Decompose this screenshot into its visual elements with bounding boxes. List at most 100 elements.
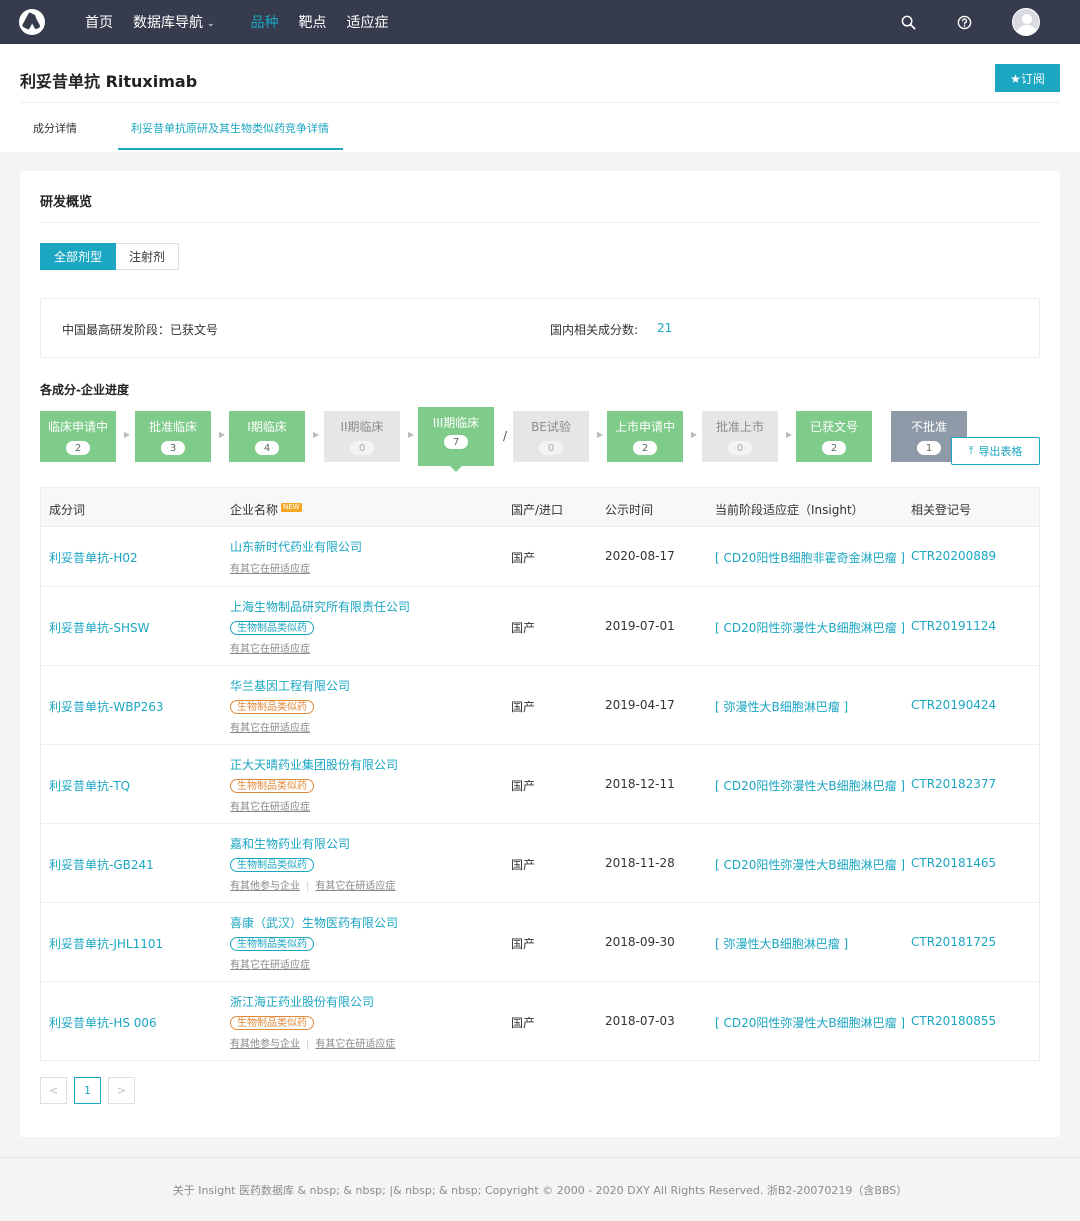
origin-value: 国产 xyxy=(511,858,536,872)
indication-link[interactable]: [ 弥漫性大B细胞淋巴瘤 ] xyxy=(715,935,848,952)
company-link[interactable]: 浙江海正药业股份有限公司 xyxy=(230,993,395,1010)
nav-database[interactable]: 数据库导航 ⌄ xyxy=(133,12,215,32)
logo-icon[interactable] xyxy=(19,9,45,35)
related-count-value[interactable]: 21 xyxy=(657,321,672,335)
table-row: 利妥昔单抗-SHSW 上海生物制品研究所有限责任公司 生物制品类似药 有其它在研… xyxy=(40,587,1040,666)
origin-value: 国产 xyxy=(511,700,536,714)
table-header: 成分词 企业名称 NEW 国产/进口 公示时间 当前阶段适应症（Insight） … xyxy=(40,487,1040,527)
subscribe-button[interactable]: ★订阅 xyxy=(995,64,1060,92)
nav-target[interactable]: 靶点 xyxy=(299,12,327,32)
other-indications-link[interactable]: 有其它在研适应症 xyxy=(230,640,410,655)
stage-separator: / xyxy=(503,429,508,443)
other-indications-link[interactable]: 有其它在研适应症 xyxy=(230,560,362,575)
next-page-button[interactable]: > xyxy=(108,1077,135,1104)
indication-link[interactable]: [ CD20阳性B细胞非霍奇金淋巴瘤 ] xyxy=(715,549,905,566)
nav-indication[interactable]: 适应症 xyxy=(347,12,389,32)
company-link[interactable]: 嘉和生物药业有限公司 xyxy=(230,835,395,852)
col-date: 公示时间 xyxy=(605,503,654,517)
company-cell: 正大天晴药业集团股份有限公司 生物制品类似药 有其它在研适应症 xyxy=(230,756,398,813)
company-link[interactable]: 山东新时代药业有限公司 xyxy=(230,538,362,555)
company-link[interactable]: 喜康（武汉）生物医药有限公司 xyxy=(230,914,398,931)
table-row: 利妥昔单抗-WBP263 华兰基因工程有限公司 生物制品类似药 有其它在研适应症… xyxy=(40,666,1040,745)
stage-approval-number[interactable]: 已获文号 2 xyxy=(796,411,872,462)
stage-clinical-application[interactable]: 临床申请中 2 xyxy=(40,411,116,462)
dosage-form-tabs: 全部剂型 注射剂 xyxy=(40,243,180,270)
help-icon[interactable] xyxy=(956,14,972,30)
company-cell: 山东新时代药业有限公司 有其它在研适应症 xyxy=(230,538,362,575)
ingredient-link[interactable]: 利妥昔单抗-JHL1101 xyxy=(49,935,163,952)
registration-link[interactable]: CTR20190424 xyxy=(911,698,996,712)
ingredient-link[interactable]: 利妥昔单抗-HS 006 xyxy=(49,1014,157,1031)
col-indication: 当前阶段适应症（Insight） xyxy=(715,503,864,517)
other-companies-link[interactable]: 有其他参与企业 xyxy=(230,1039,300,1050)
stage-label: I期临床 xyxy=(247,420,287,434)
page-1-button[interactable]: 1 xyxy=(74,1077,101,1104)
tab-ingredient-details[interactable]: 成分详情 xyxy=(33,120,77,136)
other-indications-link[interactable]: 有其它在研适应症 xyxy=(230,798,398,813)
stage-count: 2 xyxy=(66,441,90,455)
registration-link[interactable]: CTR20191124 xyxy=(911,619,996,633)
company-link[interactable]: 上海生物制品研究所有限责任公司 xyxy=(230,598,410,615)
company-cell: 嘉和生物药业有限公司 生物制品类似药 有其他参与企业 | 有其它在研适应症 xyxy=(230,835,395,892)
stage-count: 0 xyxy=(728,441,752,455)
col-company: 企业名称 NEW xyxy=(230,501,302,518)
stage-clinical-approved[interactable]: 批准临床 3 xyxy=(135,411,211,462)
overview-card: 研发概览 全部剂型 注射剂 中国最高研发阶段：已获文号 国内相关成分数: 21 … xyxy=(20,171,1060,1137)
nav-home[interactable]: 首页 xyxy=(85,12,113,32)
registration-link[interactable]: CTR20180855 xyxy=(911,1014,996,1028)
registration-link[interactable]: CTR20181725 xyxy=(911,935,996,949)
date-value: 2019-07-01 xyxy=(605,619,675,633)
arrow-right-icon: ▶ xyxy=(219,430,226,439)
company-cell: 华兰基因工程有限公司 生物制品类似药 有其它在研适应症 xyxy=(230,677,350,734)
company-cell: 喜康（武汉）生物医药有限公司 生物制品类似药 有其它在研适应症 xyxy=(230,914,398,971)
company-cell: 浙江海正药业股份有限公司 生物制品类似药 有其他参与企业 | 有其它在研适应症 xyxy=(230,993,395,1050)
other-companies-link[interactable]: 有其他参与企业 xyxy=(230,881,300,892)
nav-variety[interactable]: 品种 xyxy=(251,12,279,32)
stage-label: 已获文号 xyxy=(809,420,858,434)
active-tab-indicator xyxy=(118,148,343,150)
stage-phase-2[interactable]: II期临床 0 xyxy=(324,411,400,462)
ingredient-link[interactable]: 利妥昔单抗-H02 xyxy=(49,549,138,566)
ingredient-link[interactable]: 利妥昔单抗-GB241 xyxy=(49,856,154,873)
sub-links: 有其他参与企业 | 有其它在研适应症 xyxy=(230,877,395,892)
table-row: 利妥昔单抗-JHL1101 喜康（武汉）生物医药有限公司 生物制品类似药 有其它… xyxy=(40,903,1040,982)
stage-market-application[interactable]: 上市申请中 2 xyxy=(607,411,683,462)
ingredient-link[interactable]: 利妥昔单抗-WBP263 xyxy=(49,698,164,715)
link-separator: | xyxy=(306,881,310,892)
dosage-tab-all[interactable]: 全部剂型 xyxy=(40,243,117,270)
date-value: 2020-08-17 xyxy=(605,549,675,563)
indication-link[interactable]: [ 弥漫性大B细胞淋巴瘤 ] xyxy=(715,698,848,715)
export-table-button[interactable]: ⤒ 导出表格 xyxy=(951,437,1040,465)
search-icon[interactable] xyxy=(900,14,916,30)
company-link[interactable]: 正大天晴药业集团股份有限公司 xyxy=(230,756,398,773)
user-avatar[interactable] xyxy=(1012,8,1040,36)
indication-link[interactable]: [ CD20阳性弥漫性大B细胞淋巴瘤 ] xyxy=(715,777,905,794)
company-link[interactable]: 华兰基因工程有限公司 xyxy=(230,677,350,694)
progress-title: 各成分-企业进度 xyxy=(40,383,129,397)
indication-link[interactable]: [ CD20阳性弥漫性大B细胞淋巴瘤 ] xyxy=(715,1014,905,1031)
arrow-right-icon: ▶ xyxy=(408,430,415,439)
stage-phase-3[interactable]: III期临床 7 xyxy=(418,407,494,472)
other-indications-link[interactable]: 有其它在研适应症 xyxy=(230,719,350,734)
table-row: 利妥昔单抗-HS 006 浙江海正药业股份有限公司 生物制品类似药 有其他参与企… xyxy=(40,982,1040,1061)
other-indications-link[interactable]: 有其它在研适应症 xyxy=(230,956,398,971)
ingredient-link[interactable]: 利妥昔单抗-TQ xyxy=(49,777,130,794)
other-indications-link[interactable]: 有其它在研适应症 xyxy=(315,1039,395,1050)
origin-value: 国产 xyxy=(511,779,536,793)
stage-phase-1[interactable]: I期临床 4 xyxy=(229,411,305,462)
biosimilar-tag: 生物制品类似药 xyxy=(230,700,314,714)
dosage-tab-injection[interactable]: 注射剂 xyxy=(116,243,180,270)
indication-link[interactable]: [ CD20阳性弥漫性大B细胞淋巴瘤 ] xyxy=(715,856,905,873)
indication-link[interactable]: [ CD20阳性弥漫性大B细胞淋巴瘤 ] xyxy=(715,619,905,636)
stage-be-trial[interactable]: BE试验 0 xyxy=(513,411,589,462)
stage-count: 1 xyxy=(917,441,941,455)
registration-link[interactable]: CTR20182377 xyxy=(911,777,996,791)
prev-page-button[interactable]: < xyxy=(40,1077,67,1104)
registration-link[interactable]: CTR20181465 xyxy=(911,856,996,870)
other-indications-link[interactable]: 有其它在研适应症 xyxy=(315,881,395,892)
tab-competition-details[interactable]: 利妥昔单抗原研及其生物类似药竞争详情 xyxy=(131,120,329,136)
registration-link[interactable]: CTR20200889 xyxy=(911,549,996,563)
stage-market-approved[interactable]: 批准上市 0 xyxy=(702,411,778,462)
nav-database-label: 数据库导航 xyxy=(133,15,203,31)
ingredient-link[interactable]: 利妥昔单抗-SHSW xyxy=(49,619,149,636)
